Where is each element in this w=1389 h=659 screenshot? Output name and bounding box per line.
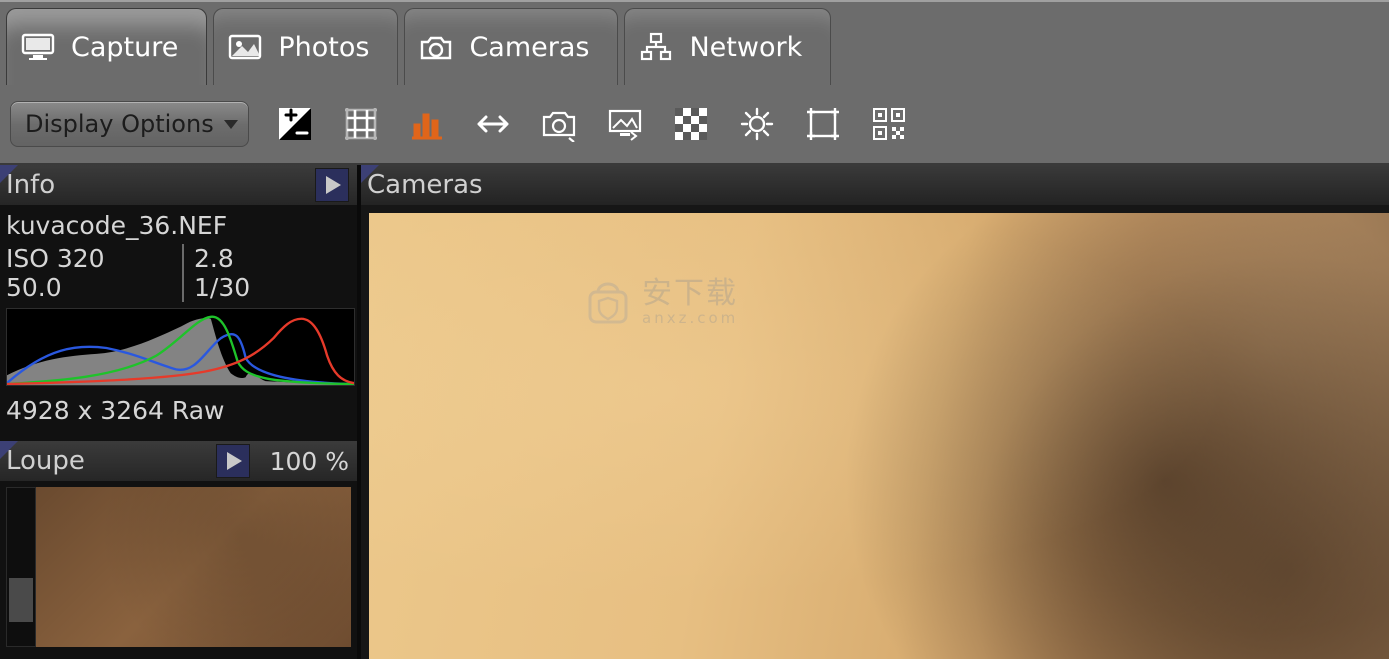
left-sidebar: Info kuvacode_36.NEF ISO 320 50.0 2.8 1/… (0, 165, 361, 659)
crop-frame-icon[interactable] (803, 104, 843, 144)
tab-label: Cameras (469, 32, 589, 63)
panel-notch-icon (0, 441, 18, 459)
bag-shield-icon (584, 278, 632, 326)
monitor-image-icon[interactable] (605, 104, 645, 144)
info-iso: ISO 320 (6, 244, 182, 273)
info-aperture: 2.8 (194, 244, 250, 273)
picture-icon (228, 32, 262, 62)
exposure-tool-icon[interactable] (275, 104, 315, 144)
info-resolution: 4928 x 3264 Raw (6, 396, 351, 425)
tab-label: Capture (71, 32, 178, 63)
loupe-preview-image[interactable] (36, 487, 351, 647)
tab-network[interactable]: Network (624, 8, 831, 85)
scrollbar-thumb[interactable] (9, 578, 33, 622)
display-options-label: Display Options (25, 110, 214, 138)
watermark-text-small: anxz.com (642, 311, 738, 326)
panel-notch-icon (0, 165, 18, 183)
info-metadata-grid: ISO 320 50.0 2.8 1/30 (6, 244, 351, 302)
network-icon (639, 32, 673, 62)
tab-capture[interactable]: Capture (6, 8, 207, 85)
main-tabstrip: Capture Photos Cameras Network (0, 0, 1389, 85)
camera-settings-icon[interactable] (539, 104, 579, 144)
loupe-view (6, 487, 351, 647)
info-filename: kuvacode_36.NEF (6, 211, 351, 240)
main-panel-title: Cameras (367, 170, 483, 200)
grid-tool-icon[interactable] (341, 104, 381, 144)
toolbar: Display Options (0, 85, 1389, 163)
panel-notch-icon (361, 165, 379, 183)
tab-cameras[interactable]: Cameras (404, 8, 618, 85)
app-root: Capture Photos Cameras Network Display O… (0, 0, 1389, 659)
histogram-display (6, 308, 355, 386)
loupe-panel-header: Loupe 100 % (0, 441, 357, 481)
workspace-body: Info kuvacode_36.NEF ISO 320 50.0 2.8 1/… (0, 163, 1389, 659)
info-play-button[interactable] (315, 168, 349, 202)
tab-label: Network (689, 32, 802, 63)
camera-icon (419, 32, 453, 62)
watermark-text-big: 安下载 (642, 279, 738, 309)
tab-photos[interactable]: Photos (213, 8, 398, 85)
main-viewer-area: Cameras 安下载 anxz.com (361, 165, 1389, 659)
checkerboard-icon[interactable] (671, 104, 711, 144)
watermark: 安下载 anxz.com (584, 278, 738, 326)
info-panel-header: Info (0, 165, 357, 205)
info-shutter: 1/30 (194, 273, 250, 302)
info-focal: 50.0 (6, 273, 182, 302)
horizontal-arrows-icon[interactable] (473, 104, 513, 144)
loupe-play-button[interactable] (216, 444, 250, 478)
sun-icon[interactable] (737, 104, 777, 144)
display-options-dropdown[interactable]: Display Options (10, 101, 249, 147)
histogram-tool-icon[interactable] (407, 104, 447, 144)
caret-down-icon (224, 120, 238, 129)
tab-label: Photos (278, 32, 369, 63)
info-panel-body: kuvacode_36.NEF ISO 320 50.0 2.8 1/30 (0, 205, 357, 431)
loupe-zoom-value: 100 % (270, 447, 349, 476)
loupe-scrollbar[interactable] (6, 487, 36, 647)
qr-code-icon[interactable] (869, 104, 909, 144)
image-viewer[interactable]: 安下载 anxz.com (369, 213, 1389, 659)
main-panel-header: Cameras (361, 165, 1389, 205)
monitor-icon (21, 32, 55, 62)
